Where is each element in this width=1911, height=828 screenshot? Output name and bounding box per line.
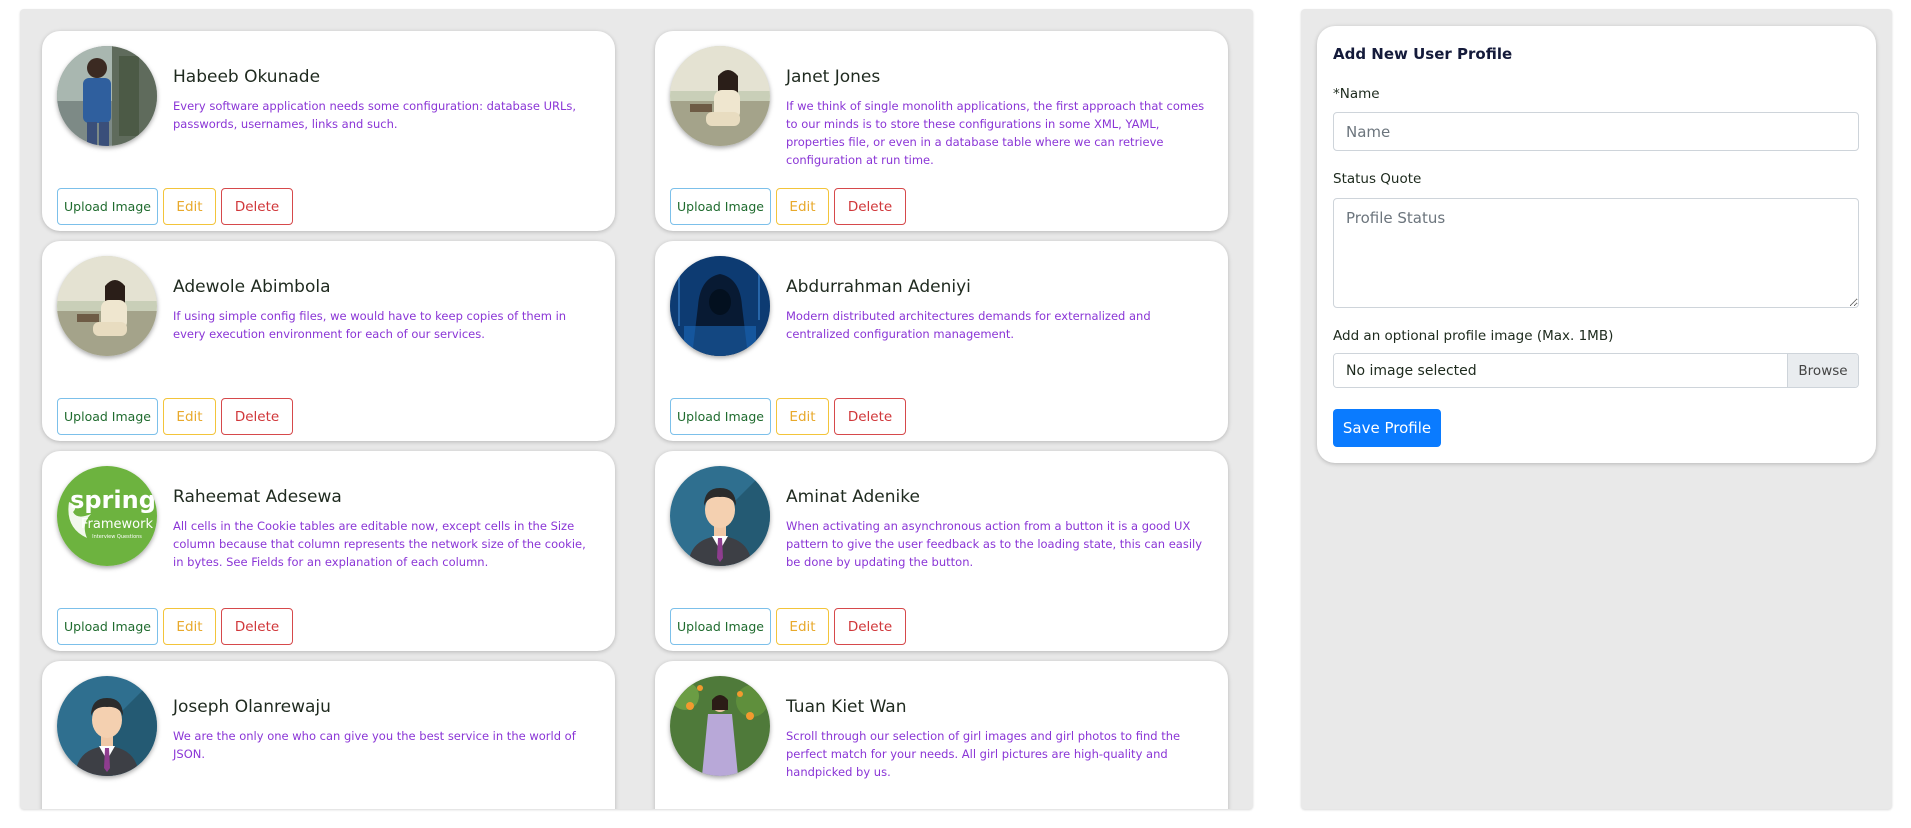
profile-avatar	[670, 676, 770, 776]
profile-card: Adewole Abimbola If using simple config …	[42, 241, 615, 441]
upload-image-button[interactable]: Upload Image	[670, 608, 771, 645]
svg-text:Framework: Framework	[81, 517, 153, 532]
profile-quote: When activating an asynchronous action f…	[786, 519, 1203, 569]
upload-image-button[interactable]: Upload Image	[57, 188, 158, 225]
profile-card: spring Framework Interview Questions Rah…	[42, 451, 615, 651]
edit-button[interactable]: Edit	[776, 398, 829, 435]
profile-name: Abdurrahman Adeniyi	[786, 277, 971, 297]
profile-avatar: spring Framework Interview Questions	[57, 466, 157, 566]
profile-card: Janet Jones If we think of single monoli…	[655, 31, 1228, 231]
profile-card: Habeeb Okunade Every software applicatio…	[42, 31, 615, 231]
form-title: Add New User Profile	[1333, 45, 1513, 63]
profile-quote: We are the only one who can give you the…	[173, 729, 576, 761]
edit-button[interactable]: Edit	[776, 188, 829, 225]
delete-button[interactable]: Delete	[834, 188, 906, 225]
profile-quote: Scroll through our selection of girl ima…	[786, 729, 1181, 779]
delete-button[interactable]: Delete	[221, 398, 293, 435]
profile-avatar	[57, 46, 157, 146]
profile-name: Habeeb Okunade	[173, 67, 321, 87]
upload-image-button[interactable]: Upload Image	[670, 398, 771, 435]
profile-name: Raheemat Adesewa	[173, 487, 342, 507]
browse-button[interactable]: Browse	[1787, 354, 1858, 387]
delete-button[interactable]: Delete	[221, 188, 293, 225]
name-input[interactable]	[1333, 112, 1859, 151]
image-file-input[interactable]: No image selected Browse	[1333, 353, 1859, 388]
profile-card: Aminat Adenike When activating an asynch…	[655, 451, 1228, 651]
profile-quote: Every software application needs some co…	[173, 99, 577, 131]
add-profile-form: Add New User Profile *Name Status Quote …	[1317, 26, 1876, 463]
edit-button[interactable]: Edit	[163, 608, 216, 645]
status-quote-textarea[interactable]	[1333, 198, 1859, 308]
name-label: *Name	[1333, 86, 1380, 102]
file-status-text: No image selected	[1334, 354, 1787, 387]
profile-avatar	[57, 676, 157, 776]
delete-button[interactable]: Delete	[834, 398, 906, 435]
profile-avatar	[670, 46, 770, 146]
profile-list-panel[interactable]: Habeeb Okunade Every software applicatio…	[20, 9, 1253, 809]
profile-card: Tuan Kiet Wan Scroll through our selecti…	[655, 661, 1228, 809]
edit-button[interactable]: Edit	[163, 398, 216, 435]
profile-card: Abdurrahman Adeniyi Modern distributed a…	[655, 241, 1228, 441]
profile-name: Joseph Olanrewaju	[173, 697, 331, 717]
image-upload-label: Add an optional profile image (Max. 1MB)	[1333, 328, 1614, 344]
upload-image-button[interactable]: Upload Image	[57, 608, 158, 645]
profile-avatar	[57, 256, 157, 356]
add-profile-panel: Add New User Profile *Name Status Quote …	[1301, 9, 1892, 809]
profile-name: Aminat Adenike	[786, 487, 920, 507]
profile-quote: All cells in the Cookie tables are edita…	[173, 519, 586, 569]
profile-name: Janet Jones	[786, 67, 881, 87]
delete-button[interactable]: Delete	[221, 608, 293, 645]
profile-avatar	[670, 256, 770, 356]
delete-button[interactable]: Delete	[834, 608, 906, 645]
upload-image-button[interactable]: Upload Image	[670, 188, 771, 225]
status-quote-label: Status Quote	[1333, 171, 1422, 187]
profile-card: Joseph Olanrewaju We are the only one wh…	[42, 661, 615, 809]
edit-button[interactable]: Edit	[163, 188, 216, 225]
svg-text:spring: spring	[70, 486, 156, 514]
profile-avatar	[670, 466, 770, 566]
save-profile-button[interactable]: Save Profile	[1333, 409, 1441, 447]
profile-quote: Modern distributed architectures demands…	[786, 309, 1151, 341]
edit-button[interactable]: Edit	[776, 608, 829, 645]
svg-text:Interview Questions: Interview Questions	[92, 534, 142, 540]
profile-name: Adewole Abimbola	[173, 277, 331, 297]
profile-name: Tuan Kiet Wan	[786, 697, 907, 717]
profile-quote: If we think of single monolith applicati…	[786, 99, 1205, 167]
profile-quote: If using simple config files, we would h…	[173, 309, 567, 341]
upload-image-button[interactable]: Upload Image	[57, 398, 158, 435]
